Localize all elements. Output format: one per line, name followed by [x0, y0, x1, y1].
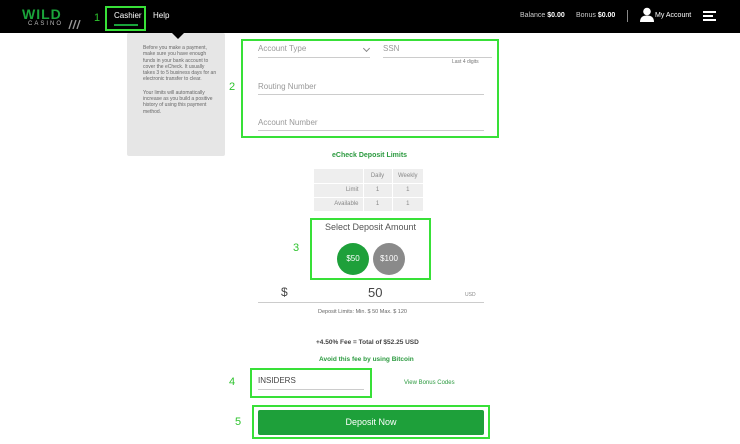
- wild-casino-logo[interactable]: WILD CASINO: [22, 6, 81, 29]
- echeck-info-panel: Before you make a payment, make sure you…: [127, 33, 225, 156]
- amount-underline: [258, 302, 484, 303]
- currency-symbol: $: [281, 285, 288, 299]
- logo-casino-text: CASINO: [28, 21, 64, 27]
- view-bonus-codes-link[interactable]: View Bonus Codes: [404, 380, 455, 386]
- table-row: Available 1 1: [314, 197, 423, 212]
- amount-input[interactable]: 50: [368, 285, 382, 300]
- annotation-number-1: 1: [94, 12, 101, 24]
- user-avatar-icon[interactable]: [640, 7, 654, 22]
- annotation-number-2: 2: [229, 81, 236, 93]
- hamburger-menu-icon[interactable]: [703, 11, 716, 21]
- highlight-box-4: [250, 368, 372, 398]
- table-cell: 1: [363, 197, 393, 212]
- table-header-cell: Weekly: [392, 169, 423, 184]
- bonus-label: Bonus: [576, 12, 596, 19]
- limits-title: eCheck Deposit Limits: [332, 152, 408, 159]
- deposit-limits-table: Daily Weekly Limit 1 1 Available 1 1: [314, 169, 423, 212]
- fee-text: +4.50% Fee = Total of $52.25 USD: [316, 339, 419, 346]
- annotation-number-5: 5: [235, 416, 242, 428]
- currency-label: USD: [465, 292, 476, 298]
- balance-display: Balance $0.00: [520, 12, 565, 19]
- annotation-number-4: 4: [229, 376, 236, 388]
- my-account-link[interactable]: My Account: [655, 12, 691, 19]
- highlight-box-5: [252, 405, 490, 439]
- highlight-box-1: [105, 6, 146, 31]
- annotation-number-3: 3: [293, 242, 300, 254]
- nav-help[interactable]: Help: [153, 11, 169, 20]
- balance-label: Balance: [520, 12, 546, 19]
- table-header-row: Daily Weekly: [314, 169, 423, 184]
- table-header-cell: [314, 169, 364, 184]
- bonus-display: Bonus $0.00: [576, 12, 615, 19]
- info-panel-pointer: [172, 33, 184, 39]
- highlight-box-2: [241, 39, 499, 138]
- highlight-box-3: [310, 218, 431, 280]
- info-paragraph-1: Before you make a payment, make sure you…: [143, 45, 217, 83]
- table-cell: 1: [392, 183, 423, 198]
- logo-stripes-icon: [68, 20, 81, 29]
- info-paragraph-2: Your limits will automatically increase …: [143, 89, 213, 115]
- bonus-value: $0.00: [597, 12, 616, 19]
- logo-wild-text: WILD: [22, 6, 62, 22]
- balance-value: $0.00: [547, 12, 565, 19]
- table-cell: Limit: [314, 183, 364, 198]
- table-cell: 1: [392, 197, 423, 212]
- table-cell: Available: [314, 197, 364, 212]
- deposit-limits-text: Deposit Limits: Min. $ 50 Max. $ 120: [318, 309, 407, 315]
- table-header-cell: Daily: [363, 169, 393, 184]
- table-cell: 1: [363, 183, 393, 198]
- table-row: Limit 1 1: [314, 183, 423, 198]
- avoid-fee-link[interactable]: Avoid this fee by using Bitcoin: [319, 356, 414, 363]
- header-divider: [627, 10, 628, 22]
